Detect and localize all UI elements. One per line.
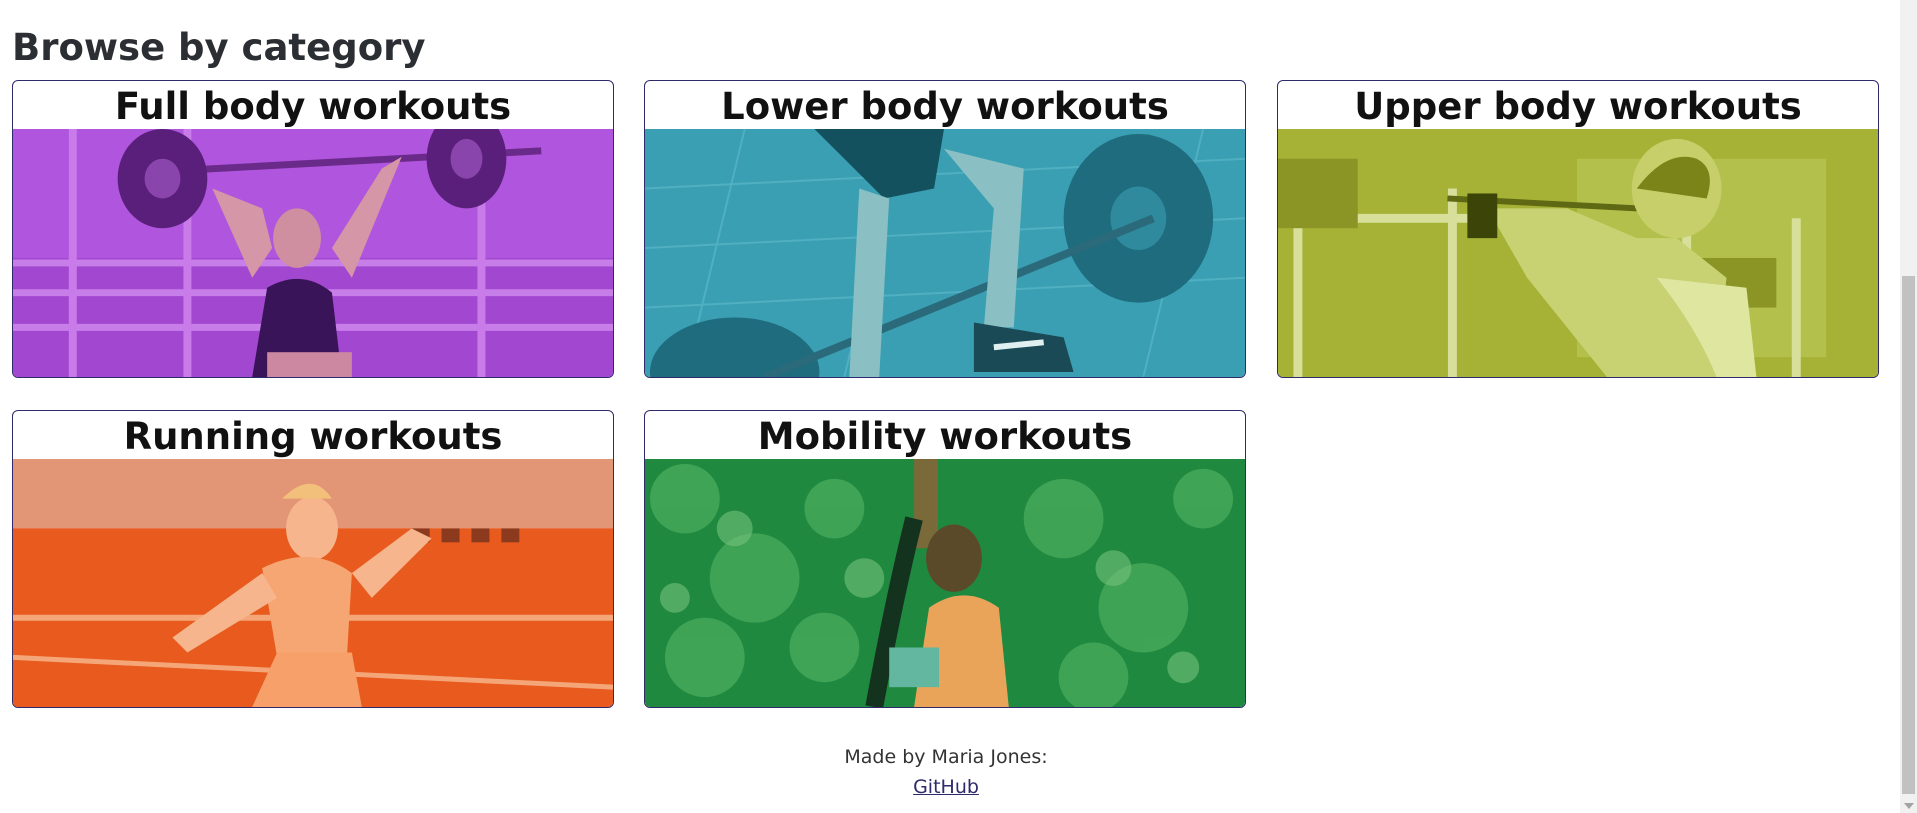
stretching-illustration bbox=[645, 459, 1245, 707]
scroll-down-arrow-icon[interactable] bbox=[1904, 803, 1914, 809]
section-title: Browse by category bbox=[12, 26, 426, 69]
barbell-overhead-squat-illustration bbox=[13, 129, 613, 377]
category-card-upper-body[interactable]: Upper body workouts bbox=[1277, 80, 1879, 378]
scrollbar-thumb[interactable] bbox=[1902, 276, 1915, 794]
card-title: Full body workouts bbox=[114, 85, 512, 128]
page: Browse by category Full body workouts Lo… bbox=[0, 0, 1917, 813]
cable-machine-illustration bbox=[1278, 129, 1878, 377]
card-title: Running workouts bbox=[123, 415, 503, 458]
sprinter-illustration bbox=[13, 459, 613, 707]
card-title: Upper body workouts bbox=[1354, 85, 1802, 128]
vertical-scrollbar[interactable] bbox=[1900, 0, 1917, 813]
full-body-photo bbox=[13, 129, 613, 377]
lower-body-photo bbox=[645, 129, 1245, 377]
card-title: Lower body workouts bbox=[721, 85, 1169, 128]
mobility-photo bbox=[645, 459, 1245, 707]
category-card-full-body[interactable]: Full body workouts bbox=[12, 80, 614, 378]
card-title: Mobility workouts bbox=[757, 415, 1133, 458]
category-card-running[interactable]: Running workouts bbox=[12, 410, 614, 708]
barbell-deadlift-illustration bbox=[645, 129, 1245, 377]
category-card-mobility[interactable]: Mobility workouts bbox=[644, 410, 1246, 708]
category-card-lower-body[interactable]: Lower body workouts bbox=[644, 80, 1246, 378]
made-by-text: Made by Maria Jones: bbox=[844, 746, 1048, 768]
github-link[interactable]: GitHub bbox=[913, 776, 979, 798]
upper-body-photo bbox=[1278, 129, 1878, 377]
running-photo bbox=[13, 459, 613, 707]
footer: Made by Maria Jones: GitHub bbox=[0, 742, 1892, 802]
